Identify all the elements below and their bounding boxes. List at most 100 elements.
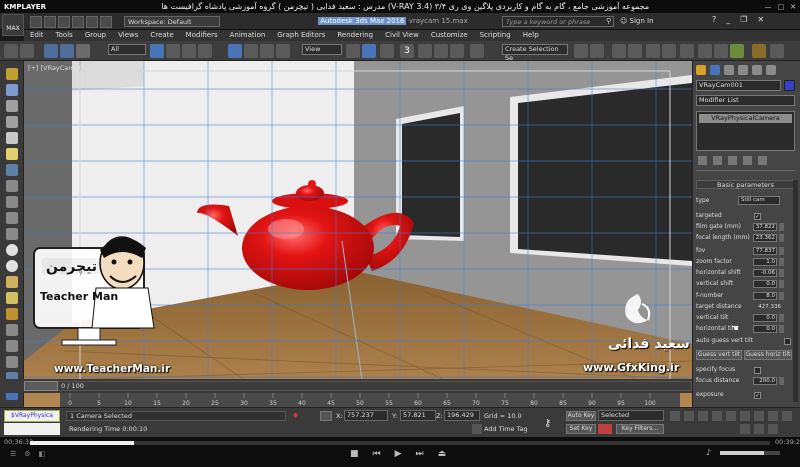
vray-frame-buffer-icon[interactable] [752,44,766,58]
sphere-primitive-icon[interactable] [6,260,18,272]
time-slider[interactable]: 0 / 100 [24,381,692,391]
vray-light-icon[interactable] [6,68,18,80]
set-key-button[interactable]: Set Key [566,424,596,434]
bind-space-warp-icon[interactable] [76,44,90,58]
vray-physical-camera-icon[interactable] [6,100,18,112]
guess-horiz-tilt-button[interactable]: Guess horiz tilt [744,350,792,360]
object-color-swatch[interactable] [784,80,795,91]
camera-type-dropdown[interactable]: Still cam [738,196,780,205]
menu-animation[interactable]: Animation [224,30,272,41]
maxscript-mini-listener[interactable] [4,423,60,435]
next-frame-icon[interactable] [712,411,722,421]
unlink-icon[interactable] [60,44,74,58]
time-slider-handle[interactable] [24,381,58,391]
play-pause-icon[interactable]: ▶ [395,449,402,459]
named-selection-dropdown[interactable]: Create Selection Se [502,44,568,62]
seek-bar[interactable] [30,441,770,445]
previous-frame-icon[interactable] [684,411,694,421]
orbit-icon[interactable] [754,424,764,434]
maximize-icon[interactable]: □ [777,3,784,11]
goto-end-icon[interactable] [726,411,736,421]
search-input[interactable]: Type a keyword or phrase [502,16,614,27]
lock-selection-icon[interactable]: ♦ [292,411,302,421]
redo-arrow-icon[interactable] [20,44,34,58]
selection-filter-dropdown[interactable]: All [108,44,146,55]
hierarchy-tab-icon[interactable] [724,65,734,75]
display-tab-icon[interactable] [752,65,762,75]
horizontal-shift-field[interactable]: -0.06 [753,269,777,277]
maxscript-listener-output[interactable]: $VRayPhysica [4,410,60,422]
f-number-field[interactable]: 8.0 [753,292,777,300]
angle-snap-icon[interactable] [418,44,432,58]
vray-ies-icon[interactable] [6,148,18,160]
auto-key-button[interactable]: Auto Key [566,411,596,421]
targeted-checkbox[interactable]: ✓ [754,213,761,220]
teapot-primitive-icon[interactable] [6,244,18,256]
light-lister-icon[interactable] [6,340,18,352]
zoom-factor-field[interactable]: 1.0 [753,258,777,266]
menu-rendering[interactable]: Rendering [331,30,379,41]
rectangular-selection-icon[interactable] [182,44,196,58]
vertical-shift-field[interactable]: 0.0 [753,280,777,288]
pin-stack-icon[interactable] [698,156,707,165]
maximize-viewport-icon[interactable] [768,424,778,434]
stop-icon[interactable]: ■ [350,449,359,459]
select-and-scale-icon[interactable] [260,44,274,58]
command-panel-scrollbar[interactable] [793,180,798,402]
viewport-label[interactable]: [+] [VRayCam001 ] [Shaded ] [28,64,125,72]
reference-coordinate-dropdown[interactable]: View [302,44,342,55]
motion-tab-icon[interactable] [738,65,748,75]
close-icon[interactable]: ✕ [790,3,796,11]
vray-dome-camera-icon[interactable] [6,116,18,128]
plane-primitive-icon[interactable] [6,308,18,320]
vray-mtl-icon[interactable] [6,132,18,144]
menu-modifiers[interactable]: Modifiers [180,30,224,41]
restore-icon[interactable]: ❐ [740,15,747,24]
zoom-extents-icon[interactable] [768,411,778,421]
eject-icon[interactable]: ⏏ [438,449,447,459]
time-tag-icon[interactable] [472,424,482,434]
vray-plane-icon[interactable] [6,196,18,208]
film-gate-field[interactable]: 37.822 [753,223,777,231]
key-icon[interactable]: ⚷ [544,418,551,429]
horizontal-tilt-field[interactable]: 0.0 [753,325,777,333]
remove-modifier-icon[interactable] [743,156,752,165]
zoom-all-icon[interactable] [754,411,764,421]
scene-explorer-icon[interactable] [612,44,626,58]
open-file-icon[interactable] [44,16,56,28]
sign-in-button[interactable]: ☺ Sign In [620,15,654,27]
box-primitive-icon[interactable] [6,276,18,288]
basic-parameters-rollout[interactable]: Basic parameters [696,180,795,189]
play-icon[interactable] [698,411,708,421]
menu-customize[interactable]: Customize [425,30,474,41]
menu-edit[interactable]: Edit [24,30,50,41]
select-and-rotate-icon[interactable] [244,44,258,58]
create-tab-icon[interactable] [696,65,706,75]
utilities-tab-icon[interactable] [766,65,776,75]
absolute-mode-icon[interactable] [320,411,332,421]
menu-scripting[interactable]: Scripting [474,30,517,41]
project-folder-icon[interactable] [100,16,112,28]
key-filters-button[interactable]: Key Filters... [616,424,664,434]
menu-graph-editors[interactable]: Graph Editors [271,30,331,41]
zoom-icon[interactable] [740,411,750,421]
select-and-move-icon[interactable] [228,44,242,58]
help-icon[interactable]: ? [712,15,716,24]
menu-create[interactable]: Create [144,30,179,41]
redo-icon[interactable] [86,16,98,28]
menu-views[interactable]: Views [112,30,144,41]
isolate-selection-icon[interactable] [6,356,18,368]
use-pivot-center-icon[interactable] [346,44,360,58]
select-and-link-icon[interactable] [44,44,58,58]
select-object-icon[interactable] [150,44,164,58]
edit-named-selection-icon[interactable] [470,44,484,58]
show-end-result-icon[interactable] [713,156,722,165]
keyboard-shortcut-override-icon[interactable] [380,44,394,58]
schematic-view-icon[interactable] [662,44,676,58]
configure-modifier-sets-icon[interactable] [758,156,767,165]
minimize-icon[interactable]: — [764,3,771,11]
render-setup-icon[interactable] [698,44,712,58]
new-scene-icon[interactable] [30,16,42,28]
window-crossing-icon[interactable] [198,44,212,58]
application-button[interactable]: MAX [2,14,24,36]
